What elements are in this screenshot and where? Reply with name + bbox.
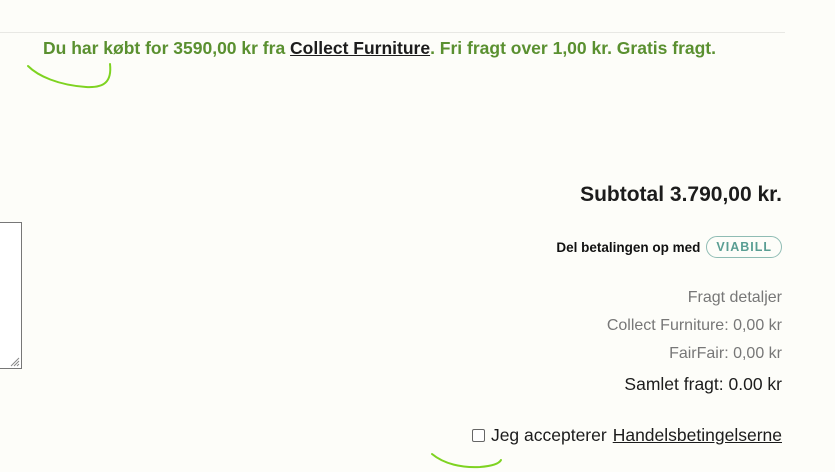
annotation-scribble-top — [27, 63, 112, 89]
terms-checkbox[interactable] — [471, 428, 485, 442]
viabill-logo[interactable]: VIABILL — [706, 236, 782, 258]
freight-total: Samlet fragt: 0.00 kr — [624, 374, 782, 394]
freight-details-header: Fragt detaljer — [687, 289, 782, 306]
free-shipping-message: Du har købt for 3590,00 kr fra Collect F… — [43, 37, 716, 59]
resize-grip-icon[interactable] — [9, 356, 20, 367]
terms-link[interactable]: Handelsbetingelserne — [613, 424, 782, 446]
annotation-scribble-bottom — [431, 453, 502, 469]
free-shipping-prefix: Du har købt for 3590,00 kr fra — [43, 38, 286, 58]
vendor-link[interactable]: Collect Furniture — [290, 38, 430, 58]
order-notes-textarea[interactable] — [0, 222, 22, 369]
freight-line-fairfair: FairFair: 0,00 kr — [669, 345, 782, 362]
terms-row: Jeg accepterer Handelsbetingelserne — [471, 424, 782, 446]
terms-label: Jeg accepterer — [490, 425, 607, 445]
subtotal: Subtotal 3.790,00 kr. — [580, 183, 782, 206]
free-shipping-suffix: . Fri fragt over 1,00 kr. Gratis fragt. — [430, 38, 717, 58]
divider — [0, 32, 785, 33]
freight-line-collect-furniture: Collect Furniture: 0,00 kr — [606, 317, 782, 334]
viabill-row: Del betalingen op med VIABILL — [556, 236, 782, 258]
viabill-text: Del betalingen op med — [556, 239, 701, 255]
